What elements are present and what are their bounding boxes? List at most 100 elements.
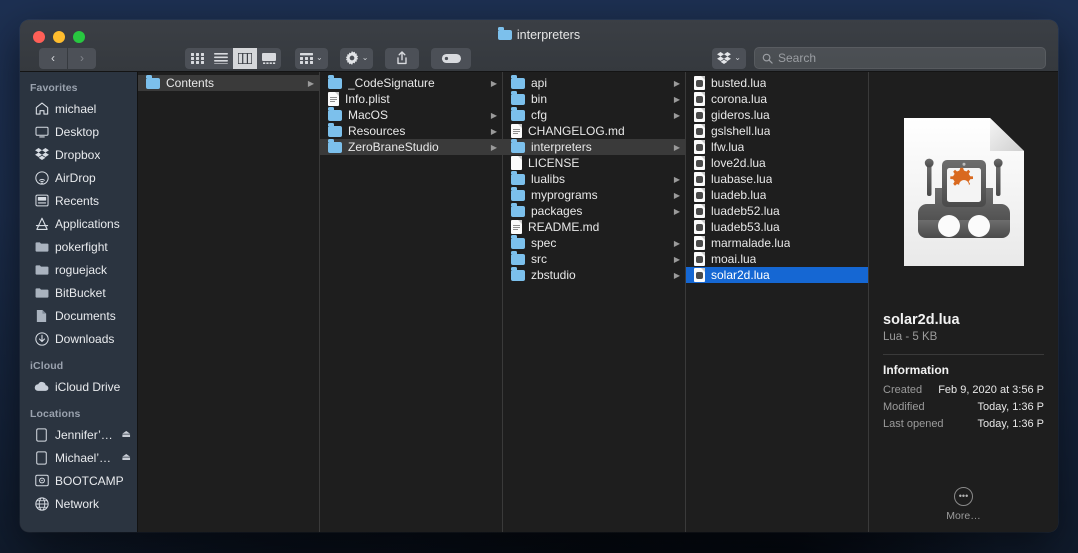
column-1[interactable]: Contents ▶ [138,72,320,532]
sidebar-item-documents[interactable]: Documents [20,304,137,327]
back-button[interactable]: ‹ [39,47,67,69]
row-label: solar2d.lua [711,268,770,282]
sidebar-item-bootcamp[interactable]: BOOTCAMP [20,469,137,492]
sidebar-item-network[interactable]: Network [20,492,137,515]
column-row[interactable]: love2d.lua [686,155,868,171]
dropbox-icon [34,147,49,162]
column-row[interactable]: myprograms ▶ [503,186,685,203]
folder-icon [511,250,525,265]
column-row[interactable]: zbstudio ▶ [503,266,685,283]
sidebar-item-michael[interactable]: michael [20,97,137,120]
column-row[interactable]: MacOS ▶ [320,106,502,123]
view-mode-segmented-control[interactable] [185,47,281,69]
sidebar-item-michael-device[interactable]: Michael’… ⏏ [20,446,137,469]
column-row[interactable]: bin ▶ [503,90,685,107]
folder-icon [328,106,342,121]
column-row[interactable]: spec ▶ [503,234,685,251]
more-button[interactable]: ••• More… [883,487,1044,532]
row-label: CHANGELOG.md [528,124,625,138]
column-row[interactable]: README.md [503,219,685,235]
row-label: interpreters [531,140,592,154]
row-label: luadeb52.lua [711,204,780,218]
sidebar-label: BitBucket [55,285,106,300]
column-row[interactable]: luabase.lua [686,171,868,187]
column-row[interactable]: api ▶ [503,74,685,91]
action-gear-button[interactable]: ⌄ [339,47,374,69]
sidebar-item-recents[interactable]: Recents [20,189,137,212]
column-row[interactable]: packages ▶ [503,202,685,219]
finder-window: interpreters ‹ › ⌄ ⌄ ⌄ Search Favorites … [20,20,1058,532]
column-view-button[interactable] [233,47,257,69]
column-row[interactable]: CHANGELOG.md [503,123,685,139]
tags-button[interactable] [431,47,472,69]
sidebar-item-airdrop[interactable]: AirDrop [20,166,137,189]
column-row[interactable]: moai.lua [686,251,868,267]
share-button[interactable] [385,47,420,69]
sidebar-item-bitbucket[interactable]: BitBucket [20,281,137,304]
gallery-view-button[interactable] [257,48,281,69]
column-4[interactable]: busted.lua corona.lua gideros.lua gslshe… [686,72,869,532]
sidebar-item-dropbox[interactable]: Dropbox [20,143,137,166]
column-row[interactable]: cfg ▶ [503,106,685,123]
sidebar-item-icloud-drive[interactable]: iCloud Drive [20,375,137,398]
column-row[interactable]: Resources ▶ [320,122,502,139]
sidebar-item-pokerfight[interactable]: pokerfight [20,235,137,258]
icon-view-button[interactable] [185,48,209,69]
list-view-button[interactable] [209,48,233,69]
search-input[interactable]: Search [754,47,1046,69]
chevron-right-icon: ▶ [490,78,497,88]
column-row-selected[interactable]: solar2d.lua [686,267,868,283]
lua-file-icon [694,108,705,122]
column-2[interactable]: _CodeSignature ▶ Info.plist MacOS ▶ Reso… [320,72,503,532]
column-row[interactable]: Info.plist [320,91,502,107]
column-row[interactable]: luadeb.lua [686,187,868,203]
row-label: cfg [531,108,548,122]
sidebar-label: pokerfight [55,239,108,254]
sidebar-label: Applications [55,216,120,231]
column-row[interactable]: corona.lua [686,91,868,107]
row-label: gslshell.lua [711,124,771,138]
sidebar-item-desktop[interactable]: Desktop [20,120,137,143]
chevron-right-icon: ▶ [673,270,680,280]
sidebar-header-favorites: Favorites [30,82,78,94]
lua-file-icon [694,236,705,250]
preview-field-last-opened: Last opened Today, 1:36 P [883,418,1044,430]
column-row[interactable]: lfw.lua [686,139,868,155]
column-row[interactable]: luadeb52.lua [686,203,868,219]
column-3[interactable]: api ▶ bin ▶ cfg ▶ CHANGELOG.md interpret… [503,72,686,532]
group-by-button[interactable]: ⌄ [295,47,328,69]
column-row[interactable]: ZeroBraneStudio ▶ [320,138,502,155]
eject-icon[interactable]: ⏏ [122,452,131,463]
column-row[interactable]: gslshell.lua [686,123,868,139]
column-row[interactable]: luadeb53.lua [686,219,868,235]
eject-icon[interactable]: ⏏ [122,429,131,440]
column-row[interactable]: src ▶ [503,250,685,267]
column-row[interactable]: interpreters ▶ [503,138,685,155]
document-icon [328,92,339,106]
sidebar-label: iCloud Drive [55,379,121,394]
sidebar-item-downloads[interactable]: Downloads [20,327,137,350]
row-label: Contents [166,76,215,90]
sidebar-item-jennifer-device[interactable]: Jennifer’… ⏏ [20,423,137,446]
column-row[interactable]: Contents ▶ [138,74,319,91]
dropbox-button[interactable]: ⌄ [712,47,746,69]
column-row[interactable]: gideros.lua [686,107,868,123]
row-label: README.md [528,220,600,234]
column-row[interactable]: _CodeSignature ▶ [320,74,502,91]
folder-icon [497,26,512,40]
sidebar-item-roguejack[interactable]: roguejack [20,258,137,281]
folder-icon [511,234,525,249]
row-label: zbstudio [531,268,576,282]
column-row[interactable]: lualibs ▶ [503,170,685,187]
row-label: Resources [348,124,406,138]
chevron-right-icon: ▶ [673,110,680,120]
applications-icon [34,216,49,231]
column-row[interactable]: busted.lua [686,75,868,91]
column-row[interactable]: LICENSE [503,155,685,171]
forward-button[interactable]: › [68,47,96,69]
window-titlebar[interactable]: interpreters ‹ › ⌄ ⌄ ⌄ Search [20,20,1058,72]
sidebar-item-applications[interactable]: Applications [20,212,137,235]
lua-file-icon [694,156,705,170]
chevron-right-icon: ▶ [490,126,497,136]
column-row[interactable]: marmalade.lua [686,235,868,251]
